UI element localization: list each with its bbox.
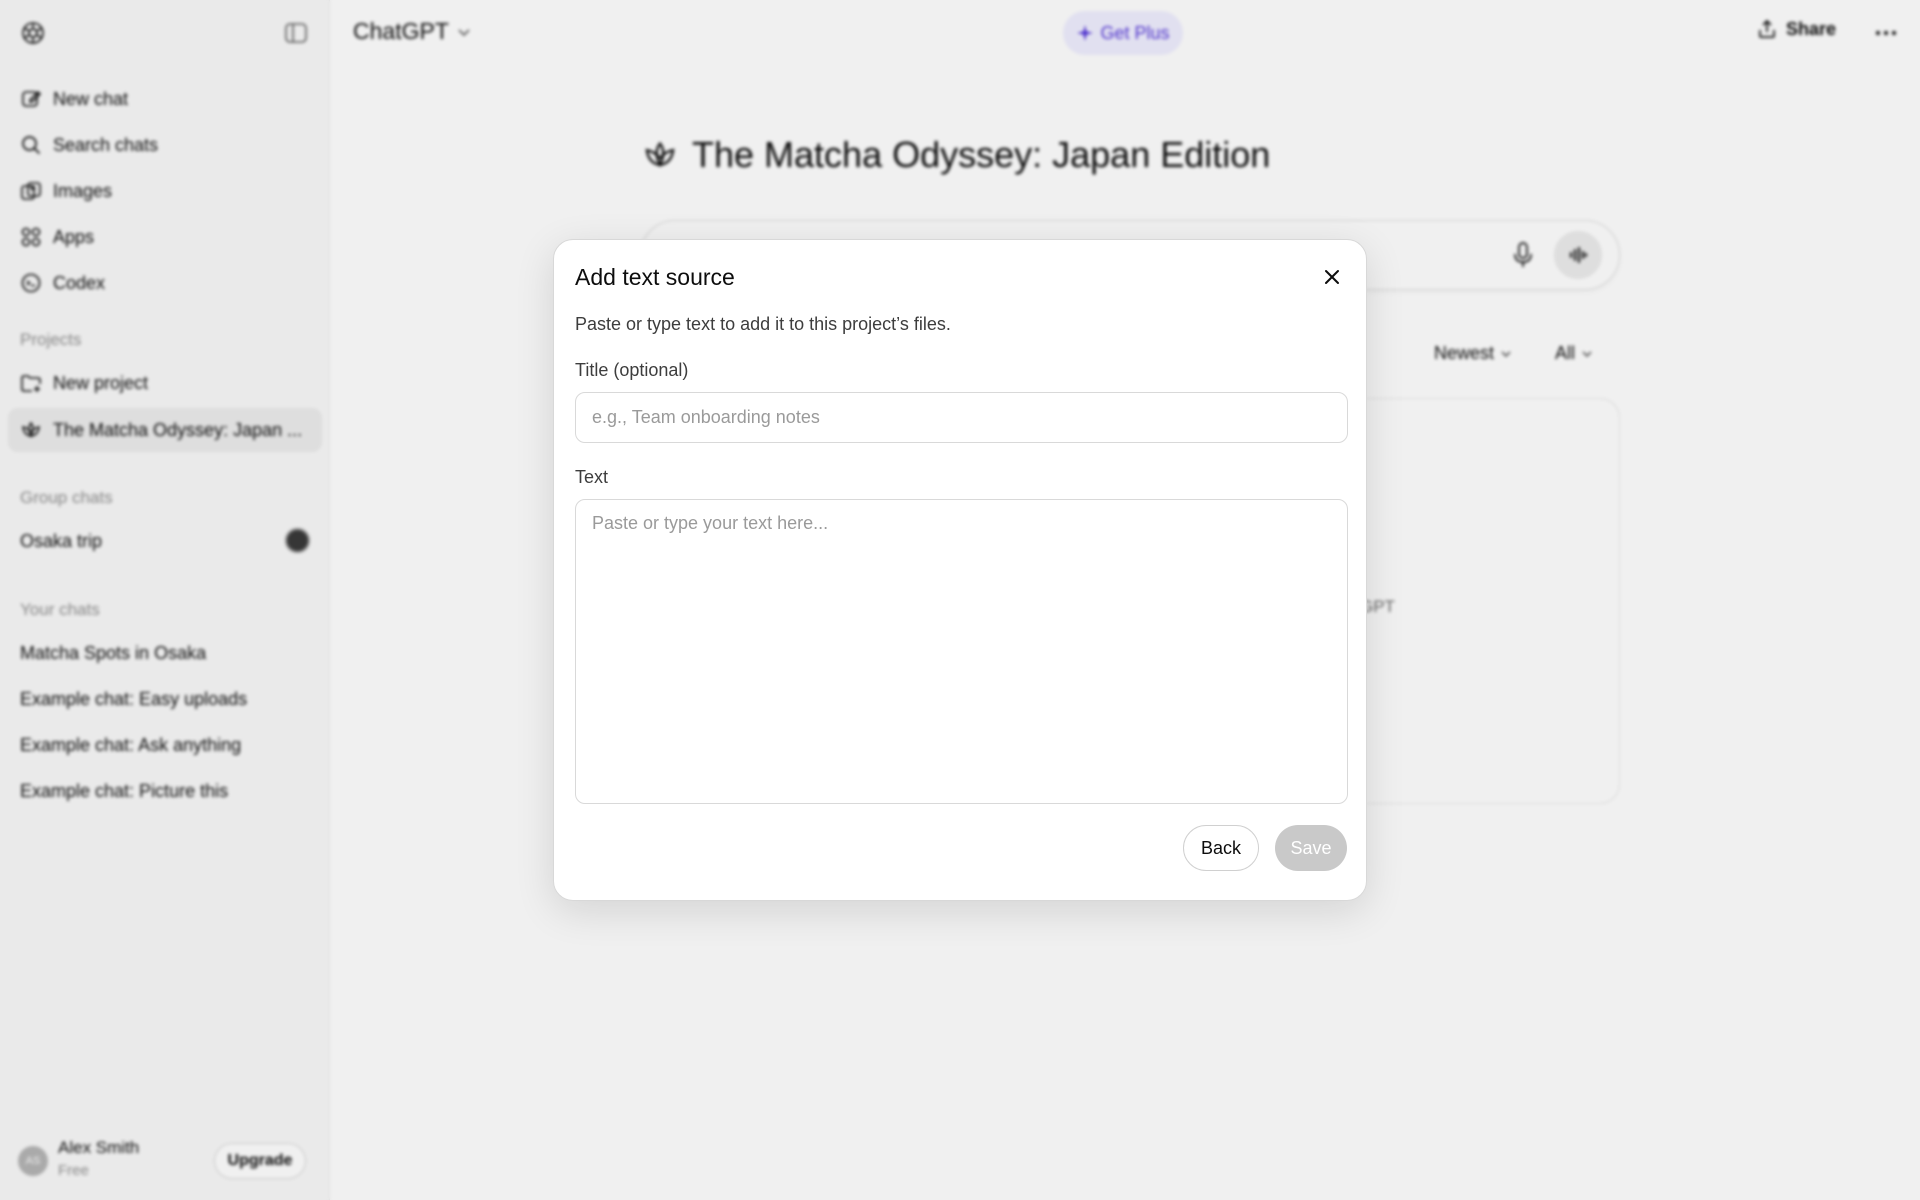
text-input[interactable] [575,499,1348,804]
text-field-label: Text [575,467,609,487]
title-field-label: Title (optional) [575,360,689,380]
dialog-description: Paste or type text to add it to this pro… [575,314,951,334]
title-input[interactable] [575,392,1348,443]
save-button[interactable]: Save [1275,825,1347,871]
back-button[interactable]: Back [1183,825,1259,871]
add-text-source-dialog: Add text source Paste or type text to ad… [553,239,1367,901]
close-icon[interactable] [1318,263,1346,291]
dialog-title: Add text source [575,264,735,290]
